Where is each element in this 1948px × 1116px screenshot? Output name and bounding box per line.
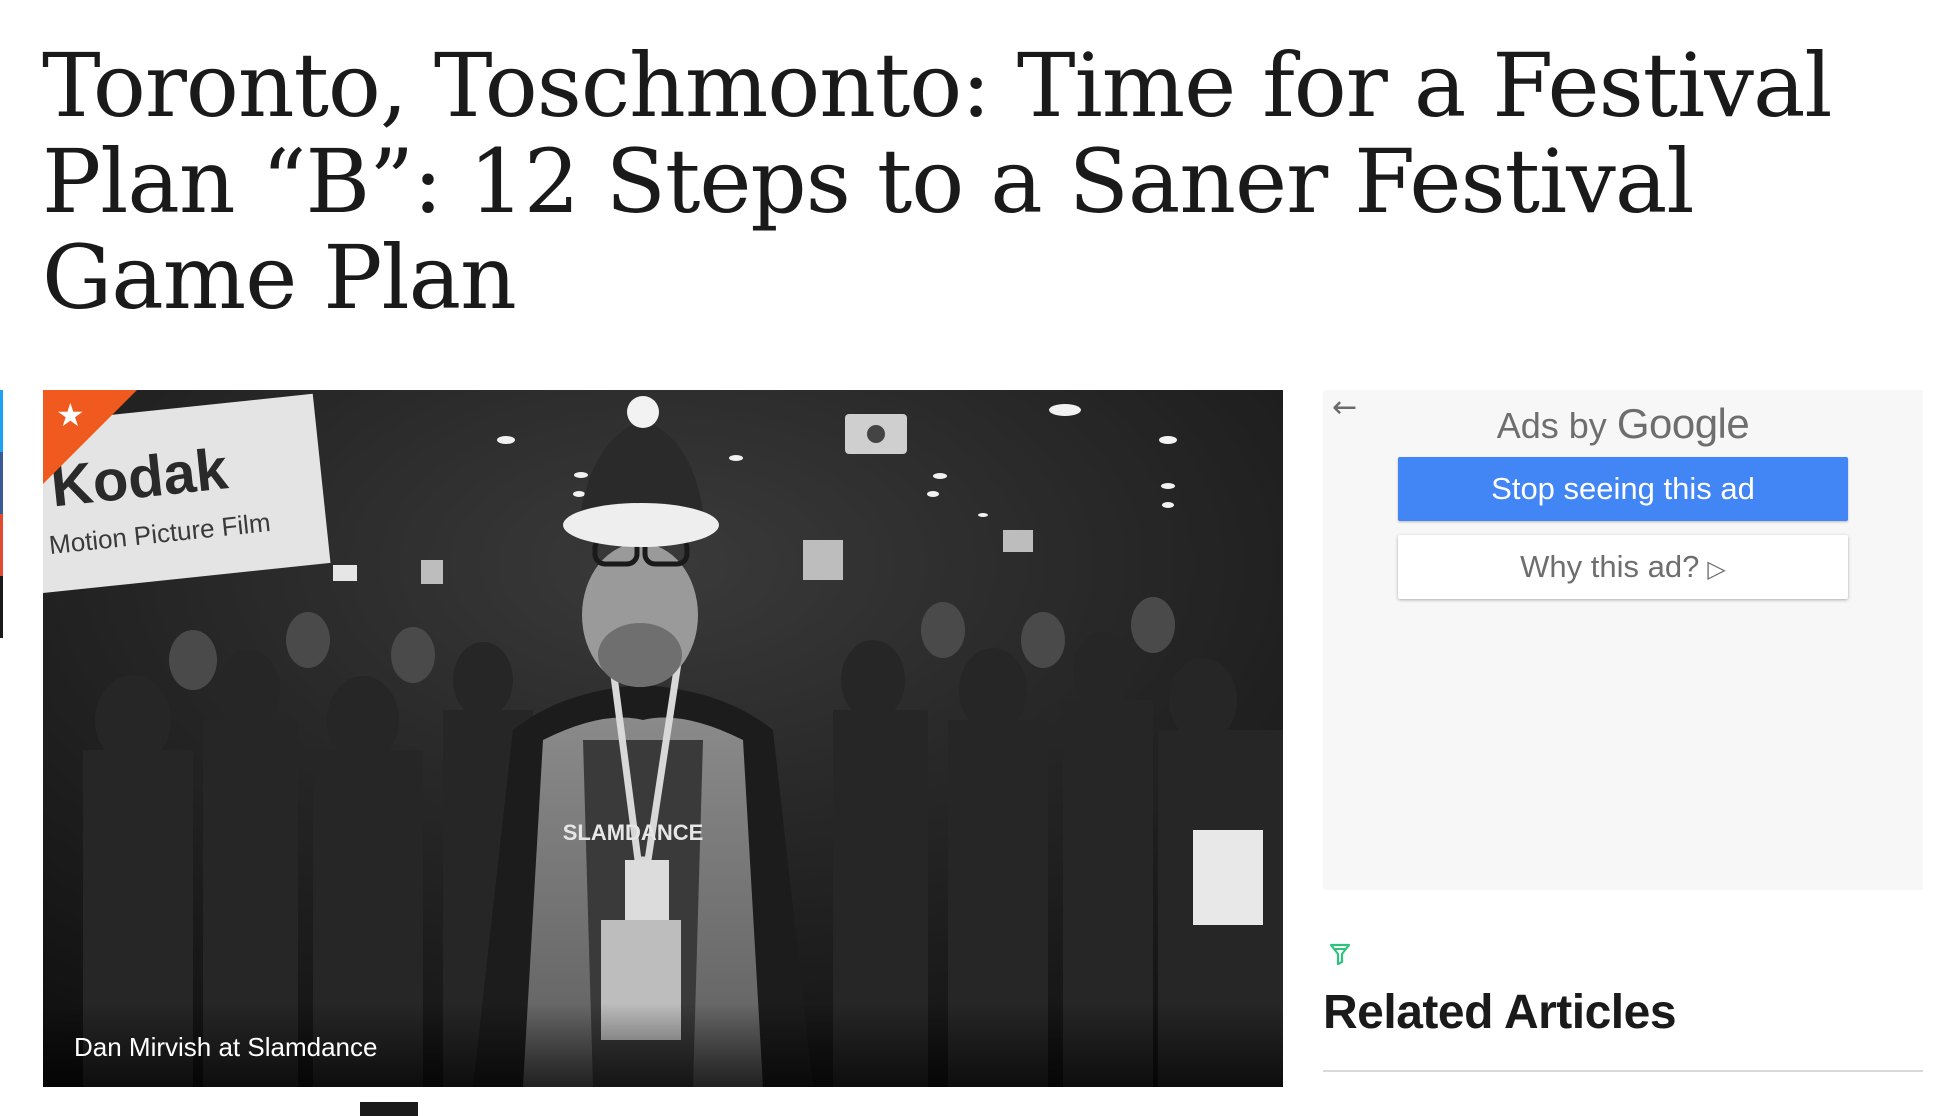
funnel-icon[interactable] [1329,942,1351,966]
google-logo-text: Google [1616,400,1750,447]
tee-text: SLAMDANCE [563,820,704,845]
twitter-share-icon[interactable] [0,390,3,452]
why-this-ad-label: Why this ad? [1520,549,1700,584]
star-icon: ★ [56,396,85,434]
why-this-ad-button[interactable]: Why this ad? ▷ [1398,535,1848,599]
article-title: Toronto, Toschmonto: Time for a Festival… [42,34,1833,329]
hero-photo: Kodak Motion Picture Film SLAMDANCE [43,390,1283,1087]
play-outline-icon: ▷ [1707,555,1726,583]
related-articles-heading: Related Articles [1323,986,1677,1039]
ads-by-google-label: Ads by Google [1323,402,1923,448]
content-tab-marker [360,1102,418,1116]
email-share-icon[interactable] [0,576,3,638]
reddit-share-icon[interactable] [0,514,3,576]
ad-container: ← Ads by Google Stop seeing this ad Why … [1323,390,1923,890]
facebook-share-icon[interactable] [0,452,3,514]
hero-caption: Dan Mirvish at Slamdance [74,1032,378,1062]
related-divider [1323,1070,1923,1072]
share-bar [0,390,3,638]
stop-seeing-ad-button[interactable]: Stop seeing this ad [1398,457,1848,521]
ads-by-text: Ads by [1496,405,1607,446]
hero-image[interactable]: Kodak Motion Picture Film SLAMDANCE ★ Da… [43,390,1283,1087]
article-page: Toronto, Toschmonto: Time for a Festival… [0,0,1948,1116]
